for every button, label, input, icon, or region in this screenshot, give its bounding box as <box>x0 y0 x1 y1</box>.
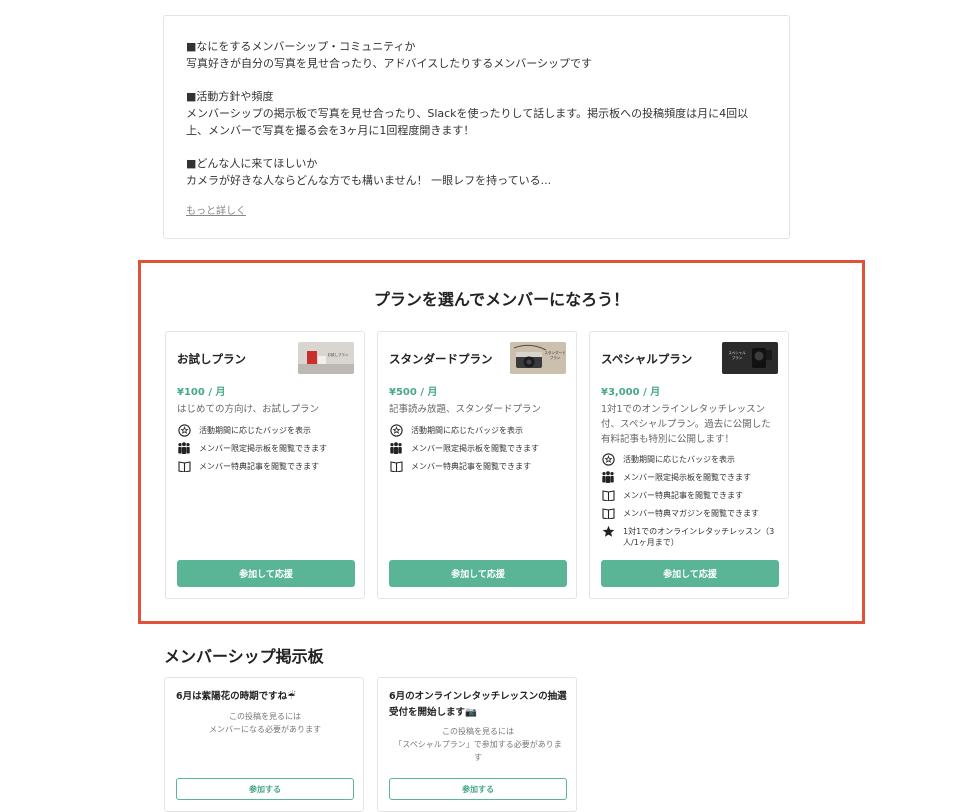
membership-description-card: ■なにをするメンバーシップ・コミュニティか 写真好きが自分の写真を見せ合ったり、… <box>163 15 790 239</box>
plan-description: 記事読み放題、スタンダードプラン <box>389 404 542 415</box>
description-line: ■活動方針や頻度 <box>186 90 274 103</box>
plan-benefits: 活動期間に応じたバッジを表示 メンバー限定掲示板を閲覧できます メンバー特典記事… <box>601 452 781 548</box>
book-icon <box>601 506 615 520</box>
badge-icon <box>177 423 191 437</box>
svg-text:プラン: プラン <box>732 355 743 360</box>
members-icon <box>389 441 403 455</box>
benefit-item: 活動期間に応じたバッジを表示 <box>389 423 569 441</box>
description-line: カメラが好きな人ならどんな方でも構いません！ 一眼レフを持っている... <box>186 174 552 187</box>
join-button[interactable]: 参加する <box>389 778 567 800</box>
svg-text:お試しプラン: お試しプラン <box>328 352 349 357</box>
plans-highlight-frame: プランを選んでメンバーになろう！ お試しプラン お試しプラン ¥100 / 月 … <box>138 260 865 624</box>
plan-description: 1対1でのオンラインレタッチレッスン 付、スペシャルプラン。過去に公開した 有料… <box>601 404 771 445</box>
join-plan-button[interactable]: 参加して応援 <box>389 560 567 587</box>
members-icon <box>601 470 615 484</box>
plan-name: お試しプラン <box>177 352 246 366</box>
benefit-item: メンバー限定掲示板を閲覧できます <box>177 441 357 459</box>
book-icon <box>389 459 403 473</box>
membership-description: ■なにをするメンバーシップ・コミュニティか 写真好きが自分の写真を見せ合ったり、… <box>186 38 766 189</box>
description-line: メンバーシップの掲示板で写真を見せ合ったり、Slackを使ったりして話します。掲… <box>186 107 749 120</box>
svg-text:スペシャル: スペシャル <box>728 350 746 355</box>
board-title: メンバーシップ掲示板 <box>164 647 324 666</box>
plan-price: ¥500 / 月 <box>389 387 438 398</box>
members-icon <box>177 441 191 455</box>
description-line: 写真好きが自分の写真を見せ合ったり、アドバイスしたりするメンバーシップです <box>186 57 593 70</box>
plan-name: スペシャルプラン <box>601 352 693 366</box>
plan-card-trial: お試しプラン お試しプラン ¥100 / 月 はじめての方向け、お試しプラン 活… <box>165 331 365 599</box>
plan-description: はじめての方向け、お試しプラン <box>177 404 320 415</box>
plan-price: ¥3,000 / 月 <box>601 387 661 398</box>
benefit-item: メンバー特典記事を閲覧できます <box>601 488 781 506</box>
plan-thumbnail: お試しプラン <box>298 342 354 374</box>
plan-benefits: 活動期間に応じたバッジを表示 メンバー限定掲示板を閲覧できます メンバー特典記事… <box>389 423 569 477</box>
benefit-item: メンバー限定掲示板を閲覧できます <box>601 470 781 488</box>
more-details-link[interactable]: もっと詳しく <box>186 202 246 217</box>
svg-text:スタンダード: スタンダード <box>545 350 566 355</box>
board-post-card[interactable]: 6月のオンラインレタッチレッスンの抽選受付を開始します📷 この投稿を見るには 「… <box>377 677 577 812</box>
board-post-card[interactable]: 6月は紫陽花の時期ですね☔ この投稿を見るには メンバーになる必要があります 参… <box>164 677 364 812</box>
benefit-item: 活動期間に応じたバッジを表示 <box>601 452 781 470</box>
description-line: ■なにをするメンバーシップ・コミュニティか <box>186 40 416 53</box>
plan-price: ¥100 / 月 <box>177 387 226 398</box>
benefit-item: メンバー特典記事を閲覧できます <box>177 459 357 477</box>
plan-benefits: 活動期間に応じたバッジを表示 メンバー限定掲示板を閲覧できます メンバー特典記事… <box>177 423 357 477</box>
benefit-item: メンバー特典記事を閲覧できます <box>389 459 569 477</box>
plans-title: プランを選んでメンバーになろう！ <box>373 290 630 309</box>
join-plan-button[interactable]: 参加して応援 <box>177 560 355 587</box>
post-title[interactable]: 6月のオンラインレタッチレッスンの抽選受付を開始します📷 <box>389 689 569 721</box>
benefit-item: メンバー特典マガジンを閲覧できます <box>601 506 781 524</box>
join-button[interactable]: 参加する <box>176 778 354 800</box>
description-line: ■どんな人に来てほしいか <box>186 157 318 170</box>
plan-thumbnail: スペシャル プラン <box>722 342 778 374</box>
plan-card-standard: スタンダードプラン スタンダード プラン ¥500 / 月 記事読み放題、スタン… <box>377 331 577 599</box>
benefit-item: 1対1でのオンラインレタッチレッスン（3人/1ヶ月まで） <box>601 524 781 548</box>
description-line: 上、メンバーで写真を撮る会を3ヶ月に1回程度開きます！ <box>186 124 475 137</box>
benefit-item: 活動期間に応じたバッジを表示 <box>177 423 357 441</box>
badge-icon <box>601 452 615 466</box>
badge-icon <box>389 423 403 437</box>
plan-name: スタンダードプラン <box>389 352 493 366</box>
post-lock-message: この投稿を見るには メンバーになる必要があります <box>209 712 321 734</box>
benefit-item: メンバー限定掲示板を閲覧できます <box>389 441 569 459</box>
plan-thumbnail: スタンダード プラン <box>510 342 566 374</box>
plan-card-special: スペシャルプラン スペシャル プラン ¥3,000 / 月 1対1でのオンライン… <box>589 331 789 599</box>
book-icon <box>601 488 615 502</box>
book-icon <box>177 459 191 473</box>
svg-text:プラン: プラン <box>550 355 561 360</box>
star-icon <box>601 524 615 538</box>
post-title[interactable]: 6月は紫陽花の時期ですね☔ <box>176 689 356 705</box>
join-plan-button[interactable]: 参加して応援 <box>601 560 779 587</box>
post-lock-message: この投稿を見るには 「スペシャルプラン」で参加する必要がありま す <box>394 727 562 762</box>
